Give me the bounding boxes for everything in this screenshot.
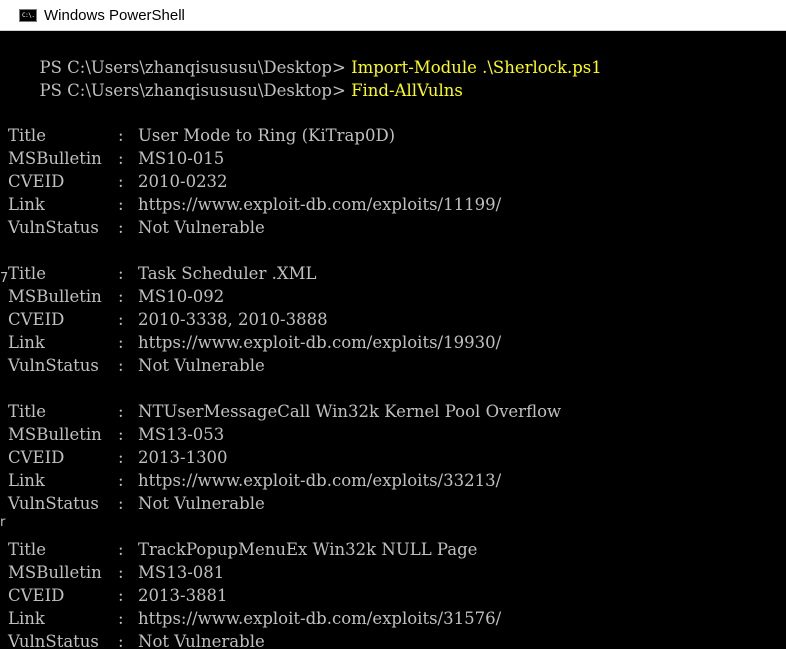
prompt-line: PS C:\Users\zhanqisususu\Desktop> Find-A… [8, 56, 462, 100]
field-label: Title [8, 264, 46, 283]
field-separator: : [118, 172, 124, 191]
clipped-edge-glyph: 7 [0, 271, 8, 286]
result-cveid-line: CVEID:2013-3881 [8, 584, 228, 607]
result-status-line: VulnStatus: Not Vulnerable [8, 630, 265, 649]
field-value: Not Vulnerable [138, 632, 265, 649]
field-value: NTUserMessageCall Win32k Kernel Pool Ove… [138, 402, 562, 421]
field-label: MSBulletin [8, 563, 102, 582]
field-separator: : [118, 586, 124, 605]
prompt-path: PS C:\Users\zhanqisususu\Desktop> [39, 81, 352, 100]
field-value: 2010-3338, 2010-3888 [138, 310, 328, 329]
field-label: VulnStatus [8, 632, 99, 649]
field-label: VulnStatus [8, 356, 99, 375]
field-value: Task Scheduler .XML [138, 264, 317, 283]
prompt-line: PS C:\Users\zhanqisususu\Desktop> Import… [8, 33, 601, 77]
field-label: MSBulletin [8, 287, 102, 306]
field-value: https://www.exploit-db.com/exploits/1119… [138, 195, 502, 214]
field-separator: : [118, 402, 124, 421]
field-separator: : [118, 126, 124, 145]
result-link-line: Link: https://www.exploit-db.com/exploits… [8, 607, 501, 630]
result-link-line: Link: https://www.exploit-db.com/exploits… [8, 331, 501, 354]
field-separator: : [118, 356, 124, 375]
field-value: 2010-0232 [138, 172, 228, 191]
field-value: TrackPopupMenuEx Win32k NULL Page [138, 540, 478, 559]
field-label: Link [8, 609, 45, 628]
field-label: VulnStatus [8, 218, 99, 237]
field-label: Link [8, 195, 45, 214]
field-separator: : [118, 448, 124, 467]
field-value: Not Vulnerable [138, 494, 265, 513]
field-separator: : [118, 425, 124, 444]
field-label: MSBulletin [8, 425, 102, 444]
field-label: CVEID [8, 448, 65, 467]
result-title-line: Title: TrackPopupMenuEx Win32k NULL Page [8, 538, 477, 561]
field-value: https://www.exploit-db.com/exploits/3157… [138, 609, 502, 628]
field-separator: : [118, 287, 124, 306]
result-bulletin-line: MSBulletin: MS13-053 [8, 423, 224, 446]
field-separator: : [118, 563, 124, 582]
result-title-line: Title: Task Scheduler .XML [8, 262, 316, 285]
field-separator: : [118, 333, 124, 352]
field-value: https://www.exploit-db.com/exploits/1993… [138, 333, 502, 352]
field-label: Title [8, 540, 46, 559]
console-output[interactable]: PS C:\Users\zhanqisususu\Desktop> Import… [0, 31, 786, 649]
result-title-line: Title: User Mode to Ring (KiTrap0D) [8, 124, 395, 147]
field-value: MS10-092 [138, 287, 225, 306]
result-link-line: Link: https://www.exploit-db.com/exploits… [8, 469, 501, 492]
field-value: MS13-081 [138, 563, 225, 582]
field-label: CVEID [8, 172, 65, 191]
field-label: Link [8, 333, 45, 352]
result-title-line: Title: NTUserMessageCall Win32k Kernel Po… [8, 400, 561, 423]
powershell-window: C:\. Windows PowerShell PS C:\Users\zhan… [0, 0, 786, 649]
clipped-edge-glyph: r [0, 515, 6, 530]
field-separator: : [118, 540, 124, 559]
command-text: Find-AllVulns [351, 81, 463, 100]
result-status-line: VulnStatus: Not Vulnerable [8, 354, 265, 377]
title-bar[interactable]: C:\. Windows PowerShell [0, 0, 786, 31]
field-value: 2013-1300 [138, 448, 228, 467]
field-separator: : [118, 218, 124, 237]
field-label: MSBulletin [8, 149, 102, 168]
field-value: User Mode to Ring (KiTrap0D) [138, 126, 396, 145]
field-label: Title [8, 126, 46, 145]
field-value: MS13-053 [138, 425, 225, 444]
field-separator: : [118, 471, 124, 490]
field-label: CVEID [8, 310, 65, 329]
field-separator: : [118, 310, 124, 329]
field-value: https://www.exploit-db.com/exploits/3321… [138, 471, 502, 490]
field-label: VulnStatus [8, 494, 99, 513]
result-bulletin-line: MSBulletin: MS10-015 [8, 147, 224, 170]
field-label: CVEID [8, 586, 65, 605]
result-status-line: VulnStatus: Not Vulnerable [8, 492, 265, 515]
field-separator: : [118, 494, 124, 513]
powershell-console-icon: C:\. [19, 8, 37, 22]
field-value: MS10-015 [138, 149, 225, 168]
result-cveid-line: CVEID:2010-3338, 2010-3888 [8, 308, 328, 331]
field-label: Link [8, 471, 45, 490]
field-label: Title [8, 402, 46, 421]
field-value: 2013-3881 [138, 586, 228, 605]
result-cveid-line: CVEID:2010-0232 [8, 170, 228, 193]
field-value: Not Vulnerable [138, 218, 265, 237]
result-cveid-line: CVEID:2013-1300 [8, 446, 228, 469]
field-separator: : [118, 195, 124, 214]
field-value: Not Vulnerable [138, 356, 265, 375]
result-bulletin-line: MSBulletin: MS13-081 [8, 561, 224, 584]
window-title: Windows PowerShell [44, 6, 185, 24]
field-separator: : [118, 264, 124, 283]
field-separator: : [118, 149, 124, 168]
field-separator: : [118, 609, 124, 628]
field-separator: : [118, 632, 124, 649]
result-link-line: Link: https://www.exploit-db.com/exploits… [8, 193, 501, 216]
result-status-line: VulnStatus: Not Vulnerable [8, 216, 265, 239]
result-bulletin-line: MSBulletin: MS10-092 [8, 285, 224, 308]
